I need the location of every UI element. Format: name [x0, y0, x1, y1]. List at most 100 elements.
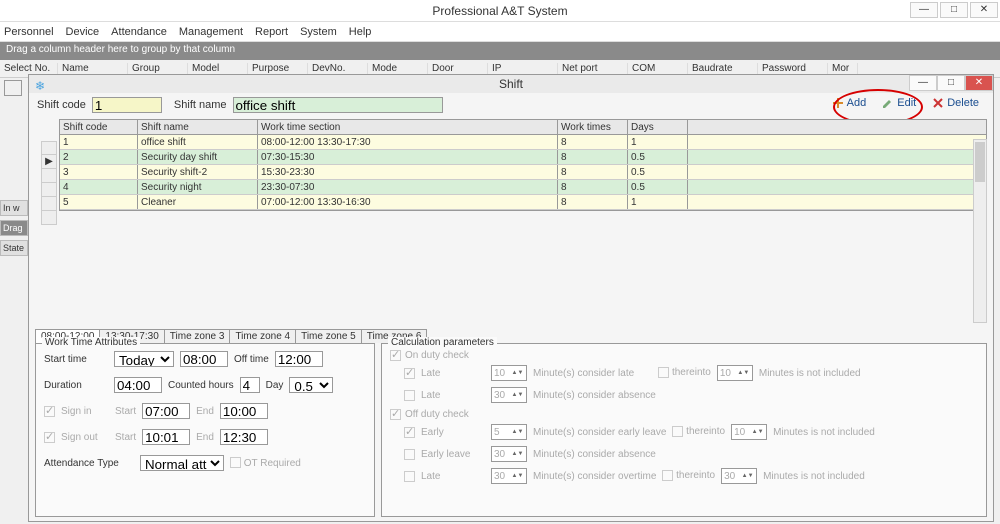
- early-checkbox[interactable]: [404, 427, 415, 438]
- shift-minimize-button[interactable]: —: [909, 75, 937, 91]
- on-duty-checkbox[interactable]: [390, 350, 401, 361]
- shift-name-input[interactable]: [233, 97, 443, 113]
- table-row[interactable]: 2Security day shift07:30-15:3080.5: [60, 150, 986, 165]
- col-netport[interactable]: Net port: [558, 63, 628, 74]
- sign-in-end-input[interactable]: [220, 403, 268, 419]
- table-row[interactable]: 3Security shift-215:30-23:3080.5: [60, 165, 986, 180]
- thereinto1-checkbox[interactable]: [658, 367, 669, 378]
- scrollbar-thumb[interactable]: [975, 142, 985, 182]
- thereinto2-checkbox[interactable]: [672, 426, 683, 437]
- col-mode[interactable]: Mode: [368, 63, 428, 74]
- menu-personnel[interactable]: Personnel: [4, 26, 54, 38]
- row-indicator-5: [41, 211, 57, 225]
- menu-attendance[interactable]: Attendance: [111, 26, 167, 38]
- table-row[interactable]: 4Security night23:30-07:3080.5: [60, 180, 986, 195]
- select-all-checkbox[interactable]: [4, 80, 22, 96]
- group-by-zone[interactable]: Drag a column header here to group by th…: [0, 42, 1000, 60]
- early-leave-checkbox[interactable]: [404, 449, 415, 460]
- late1-minutes-spin[interactable]: 10▲▼: [491, 365, 527, 381]
- shift-code-label: Shift code: [37, 99, 86, 111]
- col-com[interactable]: COM: [628, 63, 688, 74]
- cell-code: 1: [60, 135, 138, 149]
- grid-col-code[interactable]: Shift code: [60, 120, 138, 134]
- tab-tz3[interactable]: Time zone 3: [164, 329, 231, 343]
- early-desc: Minute(s) consider early leave: [533, 427, 666, 438]
- early-leave-desc: Minute(s) consider absence: [533, 449, 656, 460]
- main-maximize-button[interactable]: □: [940, 2, 968, 18]
- delete-button[interactable]: Delete: [928, 95, 983, 111]
- calculation-parameters-panel: Calculation parameters On duty check Lat…: [381, 343, 987, 517]
- add-button[interactable]: Add: [828, 95, 871, 111]
- overtime-desc: Minute(s) consider overtime: [533, 471, 656, 482]
- grid-scrollbar[interactable]: [973, 139, 987, 323]
- col-group[interactable]: Group: [128, 63, 188, 74]
- start-time-input[interactable]: [180, 351, 228, 367]
- tab-tz5[interactable]: Time zone 5: [295, 329, 362, 343]
- col-name[interactable]: Name: [58, 63, 128, 74]
- col-select-no[interactable]: Select No.: [0, 63, 58, 74]
- thereinto3-checkbox[interactable]: [662, 470, 673, 481]
- sign-in-checkbox[interactable]: [44, 406, 55, 417]
- col-baudrate[interactable]: Baudrate: [688, 63, 758, 74]
- table-row[interactable]: 1office shift08:00-12:00 13:30-17:3081: [60, 135, 986, 150]
- attendance-type-select[interactable]: Normal atten: [140, 455, 224, 471]
- shift-code-input[interactable]: [92, 97, 162, 113]
- late2-checkbox[interactable]: [404, 390, 415, 401]
- left-label-inw: In w: [0, 200, 28, 216]
- col-more[interactable]: Mor: [828, 63, 858, 74]
- sign-out-start-input[interactable]: [142, 429, 190, 445]
- menu-device[interactable]: Device: [66, 26, 100, 38]
- ot-required-checkbox[interactable]: [230, 457, 241, 468]
- sign-in-start-input[interactable]: [142, 403, 190, 419]
- off-time-input[interactable]: [275, 351, 323, 367]
- main-minimize-button[interactable]: —: [910, 2, 938, 18]
- sign-out-checkbox[interactable]: [44, 432, 55, 443]
- edit-button[interactable]: Edit: [878, 95, 920, 111]
- day-select[interactable]: 0.5: [289, 377, 333, 393]
- tab-tz4[interactable]: Time zone 4: [229, 329, 296, 343]
- grid-col-times[interactable]: Work times: [558, 120, 628, 134]
- notincl2-spin[interactable]: 10▲▼: [731, 424, 767, 440]
- late2-minutes-spin[interactable]: 30▲▼: [491, 387, 527, 403]
- grid-col-days[interactable]: Days: [628, 120, 688, 134]
- late3-label: Late: [421, 471, 485, 482]
- early-leave-spin[interactable]: 30▲▼: [491, 446, 527, 462]
- grid-col-section[interactable]: Work time section: [258, 120, 558, 134]
- shift-maximize-button[interactable]: □: [937, 75, 965, 91]
- duration-input[interactable]: [114, 377, 162, 393]
- off-duty-checkbox[interactable]: [390, 409, 401, 420]
- timezone-tabs: 08:00-12:00 13:30-17:30 Time zone 3 Time…: [35, 329, 987, 343]
- cell-code: 2: [60, 150, 138, 164]
- cell-name: office shift: [138, 135, 258, 149]
- col-purpose[interactable]: Purpose: [248, 63, 308, 74]
- shift-close-button[interactable]: ✕: [965, 75, 993, 91]
- late2-label: Late: [421, 390, 485, 401]
- early-minutes-spin[interactable]: 5▲▼: [491, 424, 527, 440]
- start-time-label: Start time: [44, 354, 108, 365]
- grid-col-name[interactable]: Shift name: [138, 120, 258, 134]
- col-password[interactable]: Password: [758, 63, 828, 74]
- late3-checkbox[interactable]: [404, 471, 415, 482]
- cell-section: 15:30-23:30: [258, 165, 558, 179]
- notincl3-spin[interactable]: 30▲▼: [721, 468, 757, 484]
- counted-hours-input[interactable]: [240, 377, 260, 393]
- col-model[interactable]: Model: [188, 63, 248, 74]
- overtime-spin[interactable]: 30▲▼: [491, 468, 527, 484]
- menu-help[interactable]: Help: [349, 26, 372, 38]
- menu-management[interactable]: Management: [179, 26, 243, 38]
- col-door[interactable]: Door: [428, 63, 488, 74]
- menu-report[interactable]: Report: [255, 26, 288, 38]
- cell-days: 1: [628, 135, 688, 149]
- table-row[interactable]: 5Cleaner07:00-12:00 13:30-16:3081: [60, 195, 986, 210]
- col-devno[interactable]: DevNo.: [308, 63, 368, 74]
- today-select[interactable]: Today: [114, 351, 174, 367]
- late1-checkbox[interactable]: [404, 368, 415, 379]
- cell-section: 23:30-07:30: [258, 180, 558, 194]
- shift-title-bar: ❄ Shift — □ ✕: [29, 75, 993, 93]
- main-close-button[interactable]: ✕: [970, 2, 998, 18]
- col-ip[interactable]: IP: [488, 63, 558, 74]
- off-time-label: Off time: [234, 354, 269, 365]
- notincl1-spin[interactable]: 10▲▼: [717, 365, 753, 381]
- sign-out-end-input[interactable]: [220, 429, 268, 445]
- menu-system[interactable]: System: [300, 26, 337, 38]
